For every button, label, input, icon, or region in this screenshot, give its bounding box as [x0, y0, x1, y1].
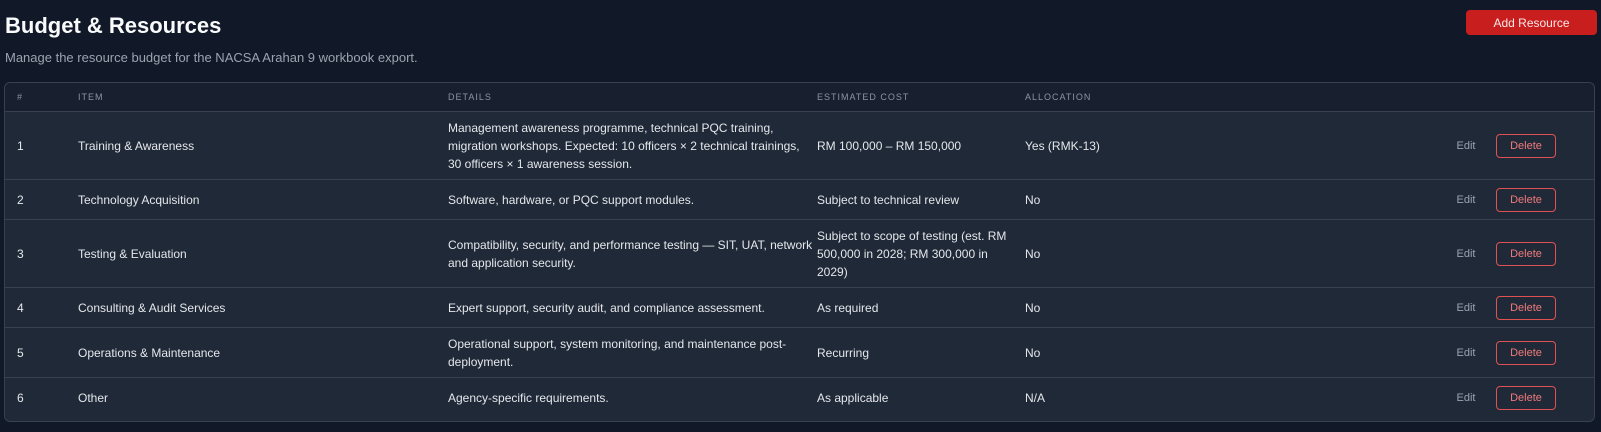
- edit-button[interactable]: Edit: [1441, 388, 1491, 408]
- table-row: 2 Technology Acquisition Software, hardw…: [5, 180, 1594, 220]
- row-item: Technology Acquisition: [78, 192, 200, 207]
- row-item: Testing & Evaluation: [78, 246, 187, 261]
- row-item: Operations & Maintenance: [78, 345, 221, 360]
- row-details: Agency-specific requirements.: [448, 391, 609, 405]
- row-details: Expert support, security audit, and comp…: [448, 300, 765, 315]
- row-cost: Recurring: [817, 345, 870, 360]
- row-cost: Subject to scope of testing (est. RM 500…: [817, 228, 1007, 279]
- edit-button[interactable]: Edit: [1441, 136, 1491, 156]
- row-allocation: No: [1025, 192, 1041, 207]
- table-header: # ITEM DETAILS ESTIMATED COST ALLOCATION: [5, 83, 1594, 112]
- row-allocation: N/A: [1025, 391, 1046, 405]
- edit-button[interactable]: Edit: [1441, 343, 1491, 363]
- column-header-allocation: ALLOCATION: [1025, 92, 1092, 102]
- row-number: 5: [17, 345, 24, 360]
- delete-button[interactable]: Delete: [1496, 386, 1556, 410]
- delete-button[interactable]: Delete: [1496, 295, 1556, 320]
- row-details: Operational support, system monitoring, …: [448, 336, 787, 369]
- row-item: Other: [78, 391, 109, 405]
- row-item: Consulting & Audit Services: [78, 300, 226, 315]
- row-number: 3: [17, 246, 24, 261]
- row-cost: As required: [817, 300, 879, 315]
- edit-button[interactable]: Edit: [1441, 190, 1491, 210]
- page-title: Budget & Resources: [5, 13, 222, 38]
- edit-button[interactable]: Edit: [1441, 244, 1491, 264]
- table-row: 4 Consulting & Audit Services Expert sup…: [5, 288, 1594, 328]
- row-cost: RM 100,000 – RM 150,000: [817, 138, 962, 153]
- add-resource-button[interactable]: Add Resource: [1466, 10, 1597, 35]
- delete-button[interactable]: Delete: [1496, 241, 1556, 266]
- row-details: Management awareness programme, technica…: [448, 120, 800, 171]
- table-row: 6 Other Agency-specific requirements. As…: [5, 378, 1594, 418]
- row-details: Software, hardware, or PQC support modul…: [448, 192, 695, 207]
- delete-button[interactable]: Delete: [1496, 187, 1556, 212]
- row-details: Compatibility, security, and performance…: [448, 237, 813, 270]
- row-allocation: No: [1025, 246, 1041, 261]
- row-allocation: No: [1025, 300, 1041, 315]
- column-header-details: DETAILS: [448, 92, 492, 102]
- column-header-num: #: [17, 92, 24, 102]
- edit-button[interactable]: Edit: [1441, 298, 1491, 318]
- column-header-item: ITEM: [78, 92, 104, 102]
- row-allocation: Yes (RMK-13): [1025, 138, 1100, 153]
- row-number: 2: [17, 192, 24, 207]
- column-header-cost: ESTIMATED COST: [817, 92, 910, 102]
- page-subtitle: Manage the resource budget for the NACSA…: [5, 50, 418, 65]
- table-row: 5 Operations & Maintenance Operational s…: [5, 328, 1594, 378]
- row-cost: As applicable: [817, 391, 889, 405]
- delete-button[interactable]: Delete: [1496, 133, 1556, 158]
- table-row: 1 Training & Awareness Management awaren…: [5, 112, 1594, 180]
- row-number: 6: [17, 391, 24, 405]
- row-number: 1: [17, 138, 24, 153]
- row-cost: Subject to technical review: [817, 192, 960, 207]
- row-allocation: No: [1025, 345, 1041, 360]
- row-item: Training & Awareness: [78, 138, 195, 153]
- delete-button[interactable]: Delete: [1496, 340, 1556, 365]
- table-row: 3 Testing & Evaluation Compatibility, se…: [5, 220, 1594, 288]
- row-number: 4: [17, 300, 24, 315]
- budget-table: # ITEM DETAILS ESTIMATED COST ALLOCATION…: [4, 82, 1595, 422]
